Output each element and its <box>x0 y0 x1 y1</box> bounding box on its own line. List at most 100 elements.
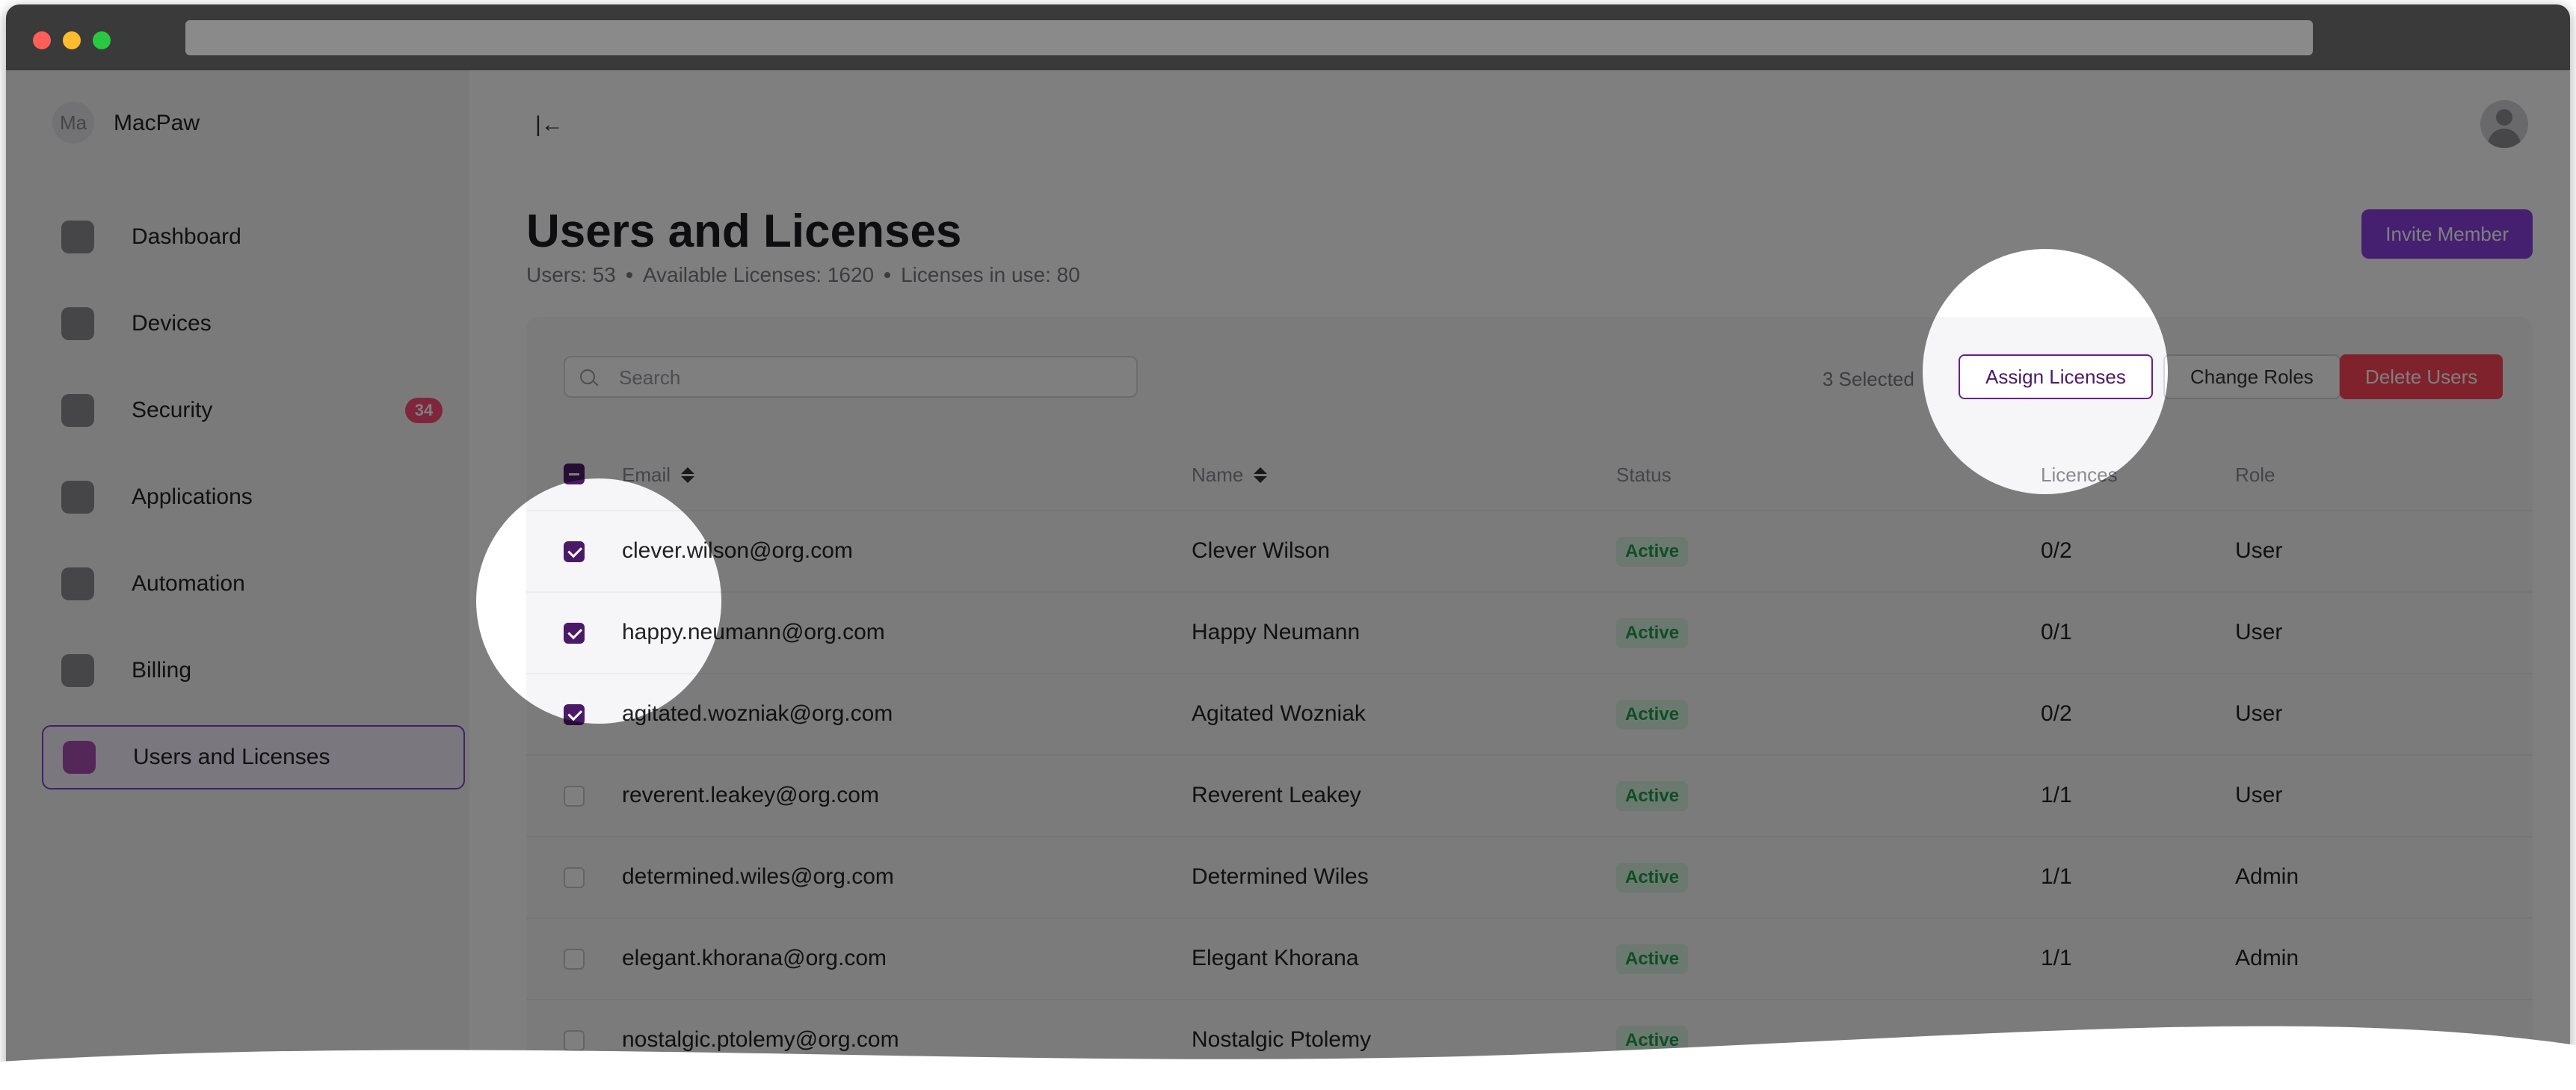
email-cell: reverent.leakey@org.com <box>622 783 879 807</box>
role-cell: Admin <box>2235 864 2299 889</box>
minimize-window-button[interactable] <box>63 31 81 49</box>
row-checkbox[interactable] <box>564 1030 585 1051</box>
close-window-button[interactable] <box>33 31 51 49</box>
window-titlebar <box>6 4 2570 70</box>
users-count: Users: 53 <box>526 263 616 286</box>
sidebar-item-label: Billing <box>132 658 192 683</box>
role-cell: User <box>2235 538 2283 563</box>
name-cell: Reverent Leakey <box>1192 783 1361 807</box>
column-header-role: Role <box>2235 464 2275 487</box>
sidebar-item-applications[interactable]: Applications <box>42 465 465 529</box>
name-cell: Determined Wiles <box>1192 864 1369 889</box>
row-checkbox[interactable] <box>564 786 585 807</box>
column-header-label: Status <box>1616 464 1671 486</box>
role-cell: User <box>2235 620 2283 644</box>
row-checkbox[interactable] <box>564 867 585 888</box>
status-badge: Active <box>1616 537 1689 567</box>
column-header-email[interactable]: Email <box>622 464 695 487</box>
status-badge: Active <box>1616 700 1689 730</box>
row-checkbox[interactable] <box>564 704 585 725</box>
email-cell: happy.neumann@org.com <box>622 620 885 644</box>
sort-icon[interactable] <box>681 467 695 483</box>
browser-window: Ma MacPaw Dashboard Devices Security 34 … <box>6 4 2570 1086</box>
status-badge: Active <box>1616 781 1689 811</box>
app: Ma MacPaw Dashboard Devices Security 34 … <box>6 70 2570 1086</box>
search-field[interactable] <box>564 356 1138 398</box>
selected-count: 3 Selected <box>1822 368 1914 390</box>
assign-licenses-button[interactable]: Assign Licenses <box>1959 354 2153 399</box>
sidebar-item-label: Automation <box>132 571 245 596</box>
table-row[interactable]: reverent.leakey@org.com Reverent Leakey Ac… <box>526 754 2533 836</box>
email-cell: nostalgic.ptolemy@org.com <box>622 1027 899 1052</box>
search-icon <box>580 369 595 384</box>
table-row[interactable]: nostalgic.ptolemy@org.com Nostalgic Ptole… <box>526 999 2533 1080</box>
available-licenses: Available Licenses: 1620 <box>642 263 875 286</box>
table-row[interactable]: happy.neumann@org.com Happy Neumann Active… <box>526 591 2533 673</box>
invite-member-button[interactable]: Invite Member <box>2361 209 2533 259</box>
users-licenses-icon <box>63 741 96 774</box>
sidebar-item-devices[interactable]: Devices <box>42 292 465 356</box>
select-all-checkbox[interactable] <box>564 464 585 484</box>
sidebar-item-label: Applications <box>132 484 253 509</box>
separator-dot <box>884 272 891 278</box>
name-cell: Clever Wilson <box>1192 538 1331 563</box>
separator-dot <box>626 272 632 278</box>
name-cell: Nostalgic Ptolemy <box>1192 1027 1372 1052</box>
search-input[interactable] <box>619 365 1112 390</box>
licenses-in-use: Licenses in use: 80 <box>901 263 1080 286</box>
dashboard-icon <box>61 221 94 253</box>
table-row[interactable]: clever.wilson@org.com Clever Wilson Active… <box>526 510 2533 591</box>
org-avatar[interactable]: Ma <box>52 102 94 144</box>
licences-cell: 0/2 <box>2041 538 2072 563</box>
role-cell: Admin <box>2235 946 2299 970</box>
status-badge: Active <box>1616 618 1689 648</box>
sidebar-item-security[interactable]: Security 34 <box>42 378 465 443</box>
email-cell: agitated.wozniak@org.com <box>622 701 893 726</box>
licences-cell: 1/1 <box>2041 864 2072 889</box>
applications-icon <box>61 481 94 514</box>
automation-icon <box>61 567 94 600</box>
user-avatar[interactable] <box>2480 100 2528 148</box>
sidebar-item-users-and-licenses[interactable]: Users and Licenses <box>42 725 465 789</box>
status-badge: Active <box>1616 863 1689 893</box>
role-cell: User <box>2235 783 2283 807</box>
name-cell: Agitated Wozniak <box>1192 701 1366 726</box>
avatar-head-shape <box>2496 109 2512 126</box>
table-row[interactable]: elegant.khorana@org.com Elegant Khorana Ac… <box>526 917 2533 999</box>
status-badge: Active <box>1616 944 1689 974</box>
shield-icon <box>61 394 94 427</box>
row-checkbox[interactable] <box>564 541 585 562</box>
table-row[interactable]: agitated.wozniak@org.com Agitated Wozniak… <box>526 673 2533 754</box>
licences-cell: 0/1 <box>2041 620 2072 644</box>
users-table-panel: 3 Selected Assign Licenses Change Roles … <box>526 317 2533 1086</box>
table-row[interactable]: determined.wiles@org.com Determined Wiles… <box>526 836 2533 917</box>
column-header-label: Role <box>2235 464 2275 486</box>
address-bar[interactable] <box>185 20 2313 55</box>
role-cell: User <box>2235 701 2283 726</box>
email-cell: elegant.khorana@org.com <box>622 946 887 970</box>
delete-users-button[interactable]: Delete Users <box>2340 354 2503 399</box>
sidebar-item-automation[interactable]: Automation <box>42 552 465 616</box>
row-checkbox[interactable] <box>564 949 585 970</box>
row-checkbox[interactable] <box>564 623 585 644</box>
page-title: Users and Licenses <box>526 206 962 257</box>
name-cell: Elegant Khorana <box>1192 946 1359 970</box>
column-header-licences: Licences <box>2041 464 2118 487</box>
sidebar-item-dashboard[interactable]: Dashboard <box>42 205 465 269</box>
avatar-shoulders-shape <box>2488 129 2521 148</box>
devices-icon <box>61 307 94 340</box>
sidebar-item-label: Devices <box>132 311 212 336</box>
change-roles-button[interactable]: Change Roles <box>2163 354 2341 399</box>
maximize-window-button[interactable] <box>93 31 111 49</box>
column-header-name[interactable]: Name <box>1192 464 1268 487</box>
main-content: |← Users and Licenses Users: 53 Availabl… <box>469 70 2570 1086</box>
sidebar-item-label: Security <box>132 398 213 422</box>
status-badge: Active <box>1616 1026 1689 1056</box>
org-name[interactable]: MacPaw <box>114 111 200 136</box>
column-header-label: Name <box>1192 464 1244 486</box>
sort-icon[interactable] <box>1254 467 1268 483</box>
collapse-sidebar-icon[interactable]: |← <box>535 112 564 138</box>
billing-icon <box>61 654 94 687</box>
email-cell: determined.wiles@org.com <box>622 864 894 889</box>
sidebar-item-billing[interactable]: Billing <box>42 638 465 703</box>
